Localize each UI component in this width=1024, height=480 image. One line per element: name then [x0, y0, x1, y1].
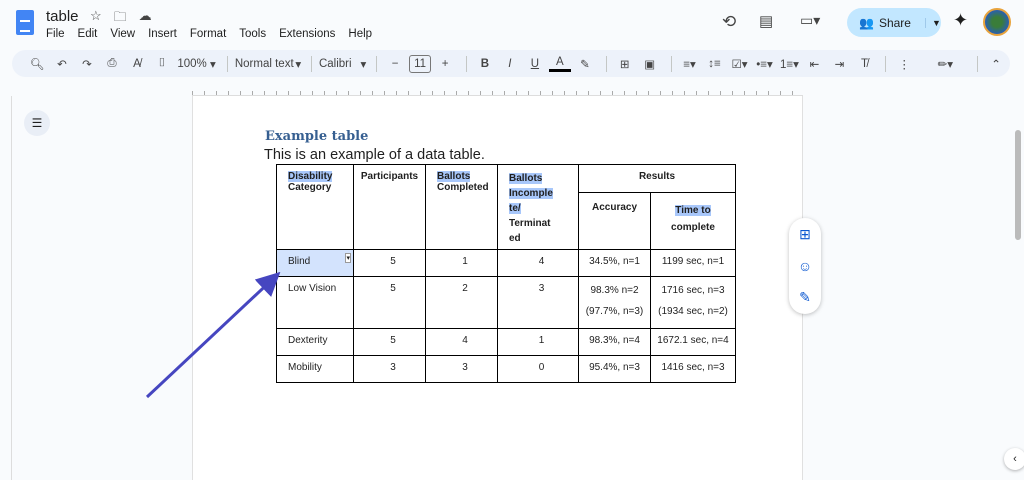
- add-emoji-icon[interactable]: ☺: [798, 258, 812, 274]
- add-comment-icon[interactable]: ⊞: [799, 226, 811, 243]
- suggest-edits-icon[interactable]: ✎: [799, 289, 811, 306]
- side-panel-toggle-icon[interactable]: ‹: [1004, 448, 1024, 470]
- annotation-arrow: [0, 0, 1024, 480]
- scrollbar[interactable]: [1015, 130, 1021, 240]
- floating-actions: ⊞ ☺ ✎: [789, 218, 821, 314]
